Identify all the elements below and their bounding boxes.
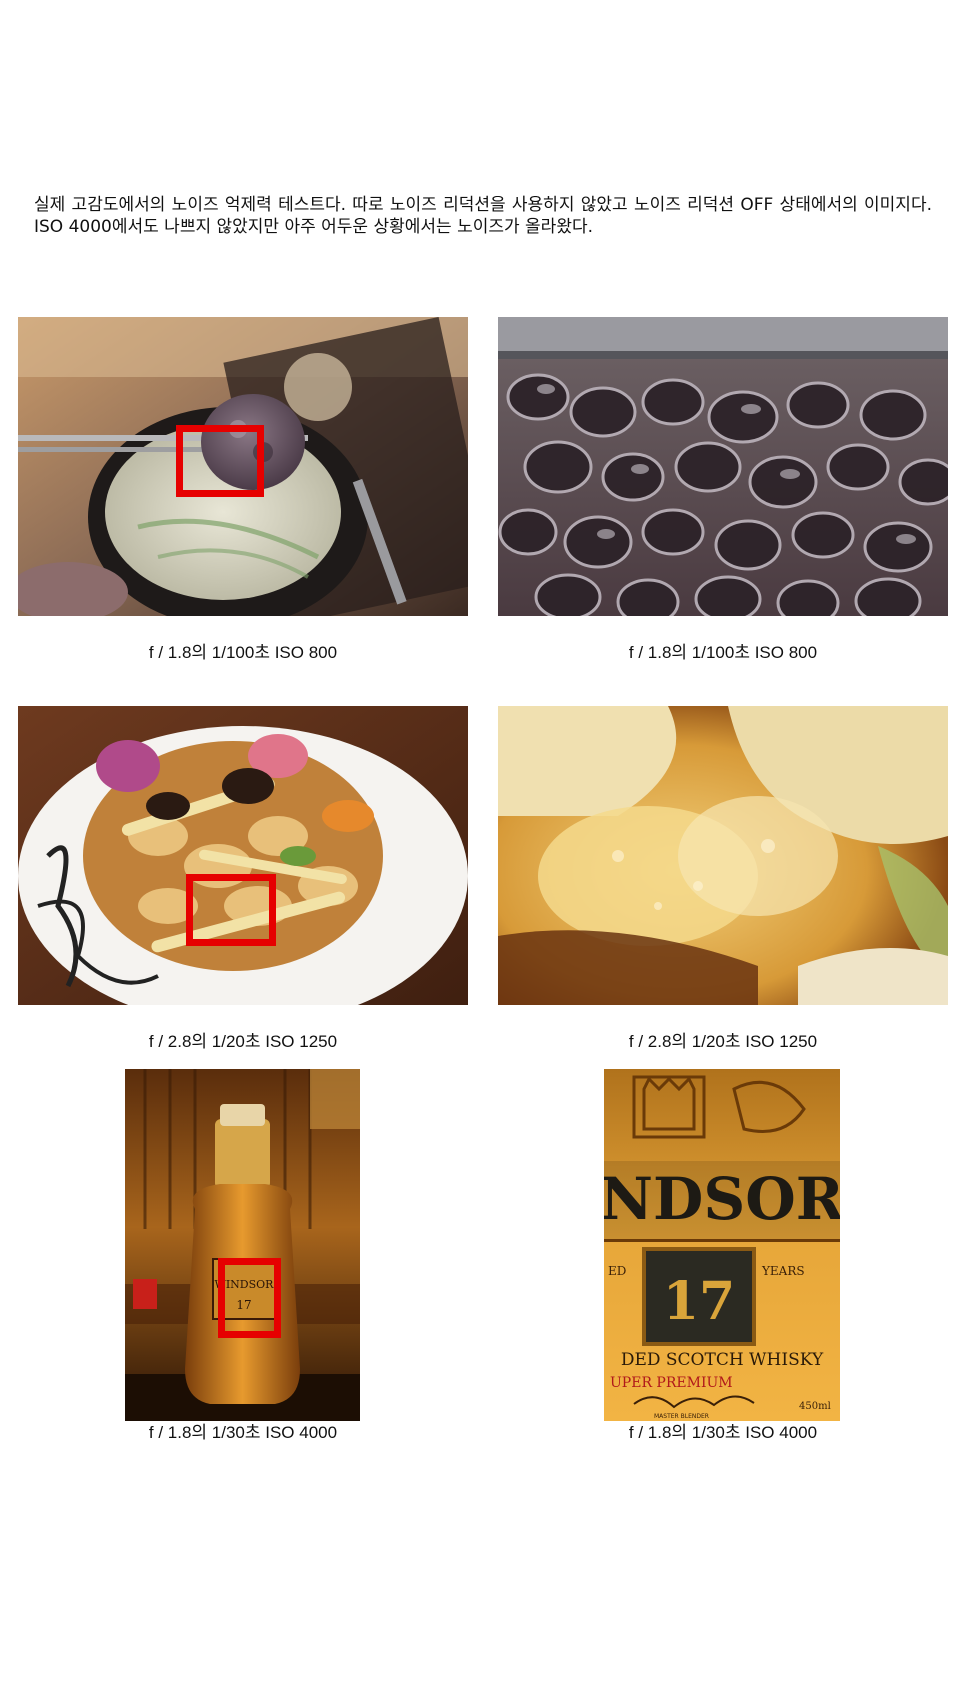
label-age-right: YEARS — [761, 1264, 805, 1278]
caption-row1-right: f / 1.8의 1/100초 ISO 800 — [628, 643, 818, 662]
label-line2: UPER PREMIUM — [610, 1375, 733, 1391]
photo-whisky-wide: WINDSOR 17 — [125, 1069, 360, 1421]
label-age-left: ED — [608, 1264, 626, 1278]
caption-row2-left: f / 2.8의 1/20초 ISO 1250 — [148, 1032, 338, 1051]
caption-row1-left: f / 1.8의 1/100초 ISO 800 — [148, 643, 338, 662]
label-age-number: 17 — [663, 1271, 735, 1332]
caption-row3-left: f / 1.8의 1/30초 ISO 4000 — [148, 1423, 338, 1442]
highlight-box — [186, 874, 276, 946]
intro-paragraph: 실제 고감도에서의 노이즈 억제력 테스트다. 따로 노이즈 리덕션을 사용하지… — [34, 195, 932, 237]
photo-soup-closeup — [498, 317, 948, 616]
label-brand-text: NDSOR — [604, 1165, 840, 1233]
highlight-box — [218, 1258, 281, 1338]
photo-soup-wide — [18, 317, 468, 616]
label-line1: DED SCOTCH WHISKY — [621, 1350, 824, 1370]
photo-tangsuyuk-closeup — [498, 706, 948, 1005]
caption-row2-right: f / 2.8의 1/20초 ISO 1250 — [628, 1032, 818, 1051]
photo-whisky-closeup: NDSOR ED YEARS 17 DED SCOTCH WHISKY UPER… — [604, 1069, 840, 1421]
label-blender: MASTER BLENDER — [654, 1413, 709, 1420]
caption-row3-right: f / 1.8의 1/30초 ISO 4000 — [628, 1423, 818, 1442]
photo-tangsuyuk-wide — [18, 706, 468, 1005]
highlight-box — [176, 425, 264, 497]
label-volume: 450ml — [799, 1401, 831, 1412]
